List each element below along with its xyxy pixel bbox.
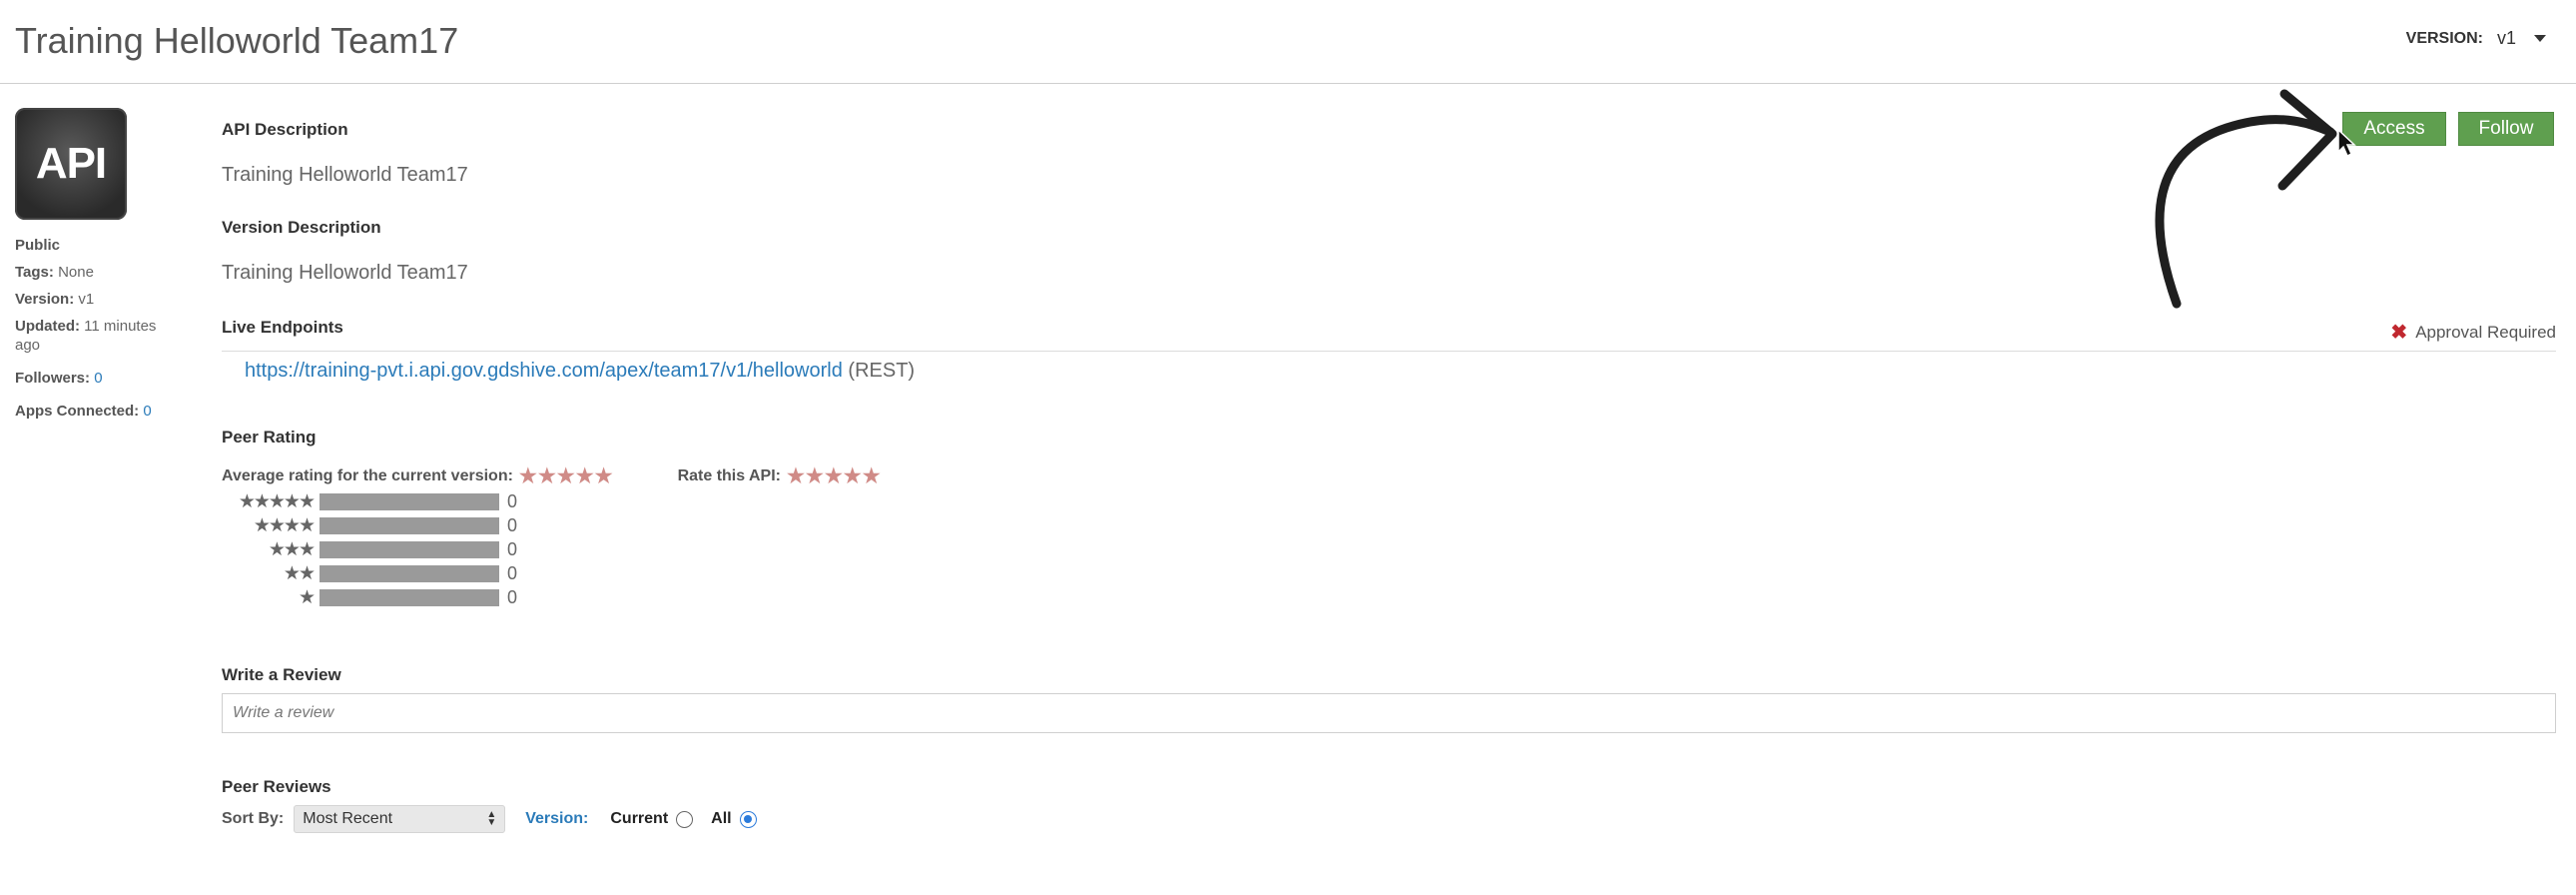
current-radio-label: Current bbox=[610, 810, 669, 827]
reviews-filter-row: Sort By: Most Recent ▲ ▼ Version: Current… bbox=[222, 805, 757, 833]
version-selector-label: VERSION: bbox=[2405, 29, 2483, 47]
rating-count: 0 bbox=[507, 586, 518, 607]
rating-bar bbox=[320, 516, 499, 534]
page-header: Training Helloworld Team17 VERSION: v1 bbox=[0, 0, 2576, 84]
apps-connected-label: Apps Connected: bbox=[15, 403, 140, 420]
all-versions-radio[interactable] bbox=[739, 810, 757, 828]
updated-row: Updated: 11 minutes ago bbox=[15, 317, 175, 355]
approval-required-status: ✖ Approval Required bbox=[2390, 320, 2556, 345]
followers-count-link[interactable]: 0 bbox=[94, 370, 102, 387]
updated-label: Updated: bbox=[15, 318, 80, 335]
follow-button[interactable]: Follow bbox=[2458, 112, 2554, 146]
api-sidebar: API Public Tags: None Version: v1 Update… bbox=[15, 108, 175, 429]
version-selector[interactable]: VERSION: v1 bbox=[2406, 28, 2546, 49]
version-label: Version: bbox=[15, 291, 75, 308]
all-radio-label: All bbox=[711, 810, 732, 827]
five-star-icon: ★★★★★ bbox=[238, 490, 316, 512]
rating-row-5: ★★★★★ 0 bbox=[222, 490, 517, 512]
live-endpoints-label: Live Endpoints bbox=[222, 318, 343, 337]
sort-by-label: Sort By: bbox=[222, 810, 285, 827]
mouse-cursor-icon bbox=[2337, 128, 2356, 158]
rating-bar bbox=[320, 540, 499, 558]
api-meta: Public Tags: None Version: v1 Updated: 1… bbox=[15, 236, 175, 421]
rating-summary: Average rating for the current version: … bbox=[222, 463, 882, 488]
tags-row: Tags: None bbox=[15, 263, 175, 282]
rating-count: 0 bbox=[507, 490, 518, 511]
sort-by-select[interactable]: Most Recent ▲ ▼ bbox=[294, 805, 506, 833]
endpoint-type: (REST) bbox=[848, 360, 916, 382]
four-star-icon: ★★★★ bbox=[253, 514, 316, 536]
followers-row: Followers: 0 bbox=[15, 369, 175, 388]
version-description-text: Training Helloworld Team17 bbox=[222, 262, 468, 284]
one-star-icon: ★ bbox=[298, 586, 316, 608]
rating-row-3: ★★★ 0 bbox=[222, 538, 517, 560]
approval-required-text: Approval Required bbox=[2415, 322, 2556, 342]
version-description-label: Version Description bbox=[222, 218, 381, 237]
up-down-arrows-icon: ▲ ▼ bbox=[486, 809, 497, 828]
peer-rating-label: Peer Rating bbox=[222, 428, 317, 447]
two-star-icon: ★★ bbox=[283, 562, 316, 584]
followers-label: Followers: bbox=[15, 370, 91, 387]
rating-bar bbox=[320, 564, 499, 582]
rating-count: 0 bbox=[507, 562, 518, 583]
apps-connected-row: Apps Connected: 0 bbox=[15, 402, 175, 421]
endpoint-url-link[interactable]: https://training-pvt.i.api.gov.gdshive.c… bbox=[245, 360, 843, 382]
peer-reviews-label: Peer Reviews bbox=[222, 777, 331, 796]
tags-label: Tags: bbox=[15, 264, 54, 281]
review-input[interactable] bbox=[222, 693, 2556, 733]
rating-bar bbox=[320, 588, 499, 606]
page-title: Training Helloworld Team17 bbox=[15, 20, 459, 61]
version-selector-value[interactable]: v1 bbox=[2497, 28, 2516, 49]
current-version-radio[interactable] bbox=[676, 810, 694, 828]
version-value: v1 bbox=[78, 291, 95, 308]
rating-row-2: ★★ 0 bbox=[222, 562, 517, 584]
annotation-arrow-icon bbox=[2155, 89, 2337, 309]
write-review-label: Write a Review bbox=[222, 665, 341, 684]
average-rating-stars-icon: ★★★★★ bbox=[518, 465, 614, 487]
rating-bar bbox=[320, 492, 499, 510]
version-row: Version: v1 bbox=[15, 290, 175, 309]
rating-count: 0 bbox=[507, 538, 518, 559]
close-x-icon: ✖ bbox=[2390, 322, 2408, 344]
api-logo: API bbox=[15, 108, 127, 220]
tags-value: None bbox=[58, 264, 94, 281]
api-description-label: API Description bbox=[222, 120, 348, 139]
api-description-text: Training Helloworld Team17 bbox=[222, 164, 468, 186]
rate-api-label: Rate this API: bbox=[677, 466, 781, 484]
apps-connected-count-link[interactable]: 0 bbox=[143, 403, 151, 420]
three-star-icon: ★★★ bbox=[268, 538, 316, 560]
visibility-text: Public bbox=[15, 237, 61, 254]
rating-row-1: ★ 0 bbox=[222, 586, 517, 608]
rating-count: 0 bbox=[507, 514, 518, 535]
sort-by-value: Most Recent bbox=[303, 810, 393, 827]
caret-down-icon[interactable] bbox=[2534, 35, 2546, 42]
average-rating-label: Average rating for the current version: bbox=[222, 466, 513, 484]
endpoint-row: https://training-pvt.i.api.gov.gdshive.c… bbox=[245, 360, 915, 383]
rating-row-4: ★★★★ 0 bbox=[222, 514, 517, 536]
version-filter-label: Version: bbox=[525, 810, 589, 827]
rate-api-stars-icon[interactable]: ★★★★★ bbox=[787, 463, 882, 488]
live-endpoints-header: Live Endpoints ✖ Approval Required bbox=[222, 318, 2556, 352]
